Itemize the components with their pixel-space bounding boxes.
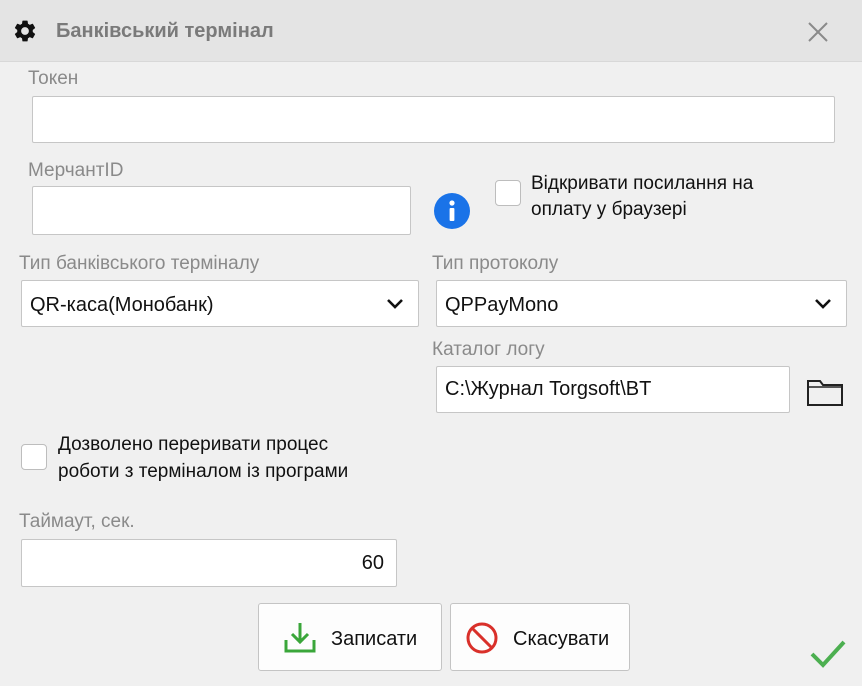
log-dir-input[interactable] bbox=[437, 367, 789, 412]
merchant-id-input[interactable] bbox=[33, 187, 410, 234]
save-button[interactable]: Записати bbox=[258, 603, 442, 671]
token-field[interactable] bbox=[32, 96, 835, 143]
allow-interrupt-checkbox[interactable] bbox=[21, 444, 47, 470]
close-icon[interactable] bbox=[804, 18, 832, 46]
cancel-button-label: Скасувати bbox=[513, 628, 610, 650]
terminal-type-select[interactable]: QR-каса(Монобанк) bbox=[21, 280, 419, 327]
title-bar: Банківський термінал bbox=[0, 0, 862, 62]
log-dir-field[interactable] bbox=[436, 366, 790, 413]
save-button-label: Записати bbox=[331, 628, 418, 650]
open-links-checkbox[interactable] bbox=[495, 180, 521, 206]
allow-interrupt-label-line1: Дозволено переривати процес bbox=[58, 434, 329, 455]
terminal-type-label: Тип банківського терміналу bbox=[19, 253, 260, 274]
protocol-type-label: Тип протоколу bbox=[432, 253, 559, 274]
prohibited-icon bbox=[466, 622, 498, 654]
folder-icon[interactable] bbox=[806, 375, 844, 407]
window-title: Банківський термінал bbox=[56, 20, 274, 42]
open-links-label-line2: оплату у браузері bbox=[531, 199, 687, 220]
cancel-button[interactable]: Скасувати bbox=[450, 603, 630, 671]
checkmark-icon[interactable] bbox=[808, 636, 848, 670]
info-icon[interactable] bbox=[434, 193, 470, 229]
terminal-type-value: QR-каса(Монобанк) bbox=[30, 294, 214, 316]
download-icon bbox=[284, 623, 316, 653]
merchant-id-field[interactable] bbox=[32, 186, 411, 235]
chevron-down-icon[interactable] bbox=[814, 298, 832, 310]
allow-interrupt-label-line2: роботи з терміналом із програми bbox=[58, 461, 349, 482]
protocol-type-value: QPPayMono bbox=[445, 294, 559, 316]
merchant-id-label: МерчантID bbox=[28, 160, 124, 181]
token-input[interactable] bbox=[33, 97, 834, 142]
chevron-down-icon[interactable] bbox=[386, 298, 404, 310]
open-links-label-line1: Відкривати посилання на bbox=[531, 173, 754, 194]
token-label: Токен bbox=[28, 68, 79, 89]
protocol-type-select[interactable]: QPPayMono bbox=[436, 280, 847, 327]
log-dir-label: Каталог логу bbox=[432, 339, 545, 360]
timeout-label: Таймаут, сек. bbox=[19, 511, 135, 532]
timeout-field[interactable] bbox=[21, 539, 397, 587]
gear-icon bbox=[14, 20, 36, 42]
timeout-input[interactable] bbox=[22, 540, 396, 586]
